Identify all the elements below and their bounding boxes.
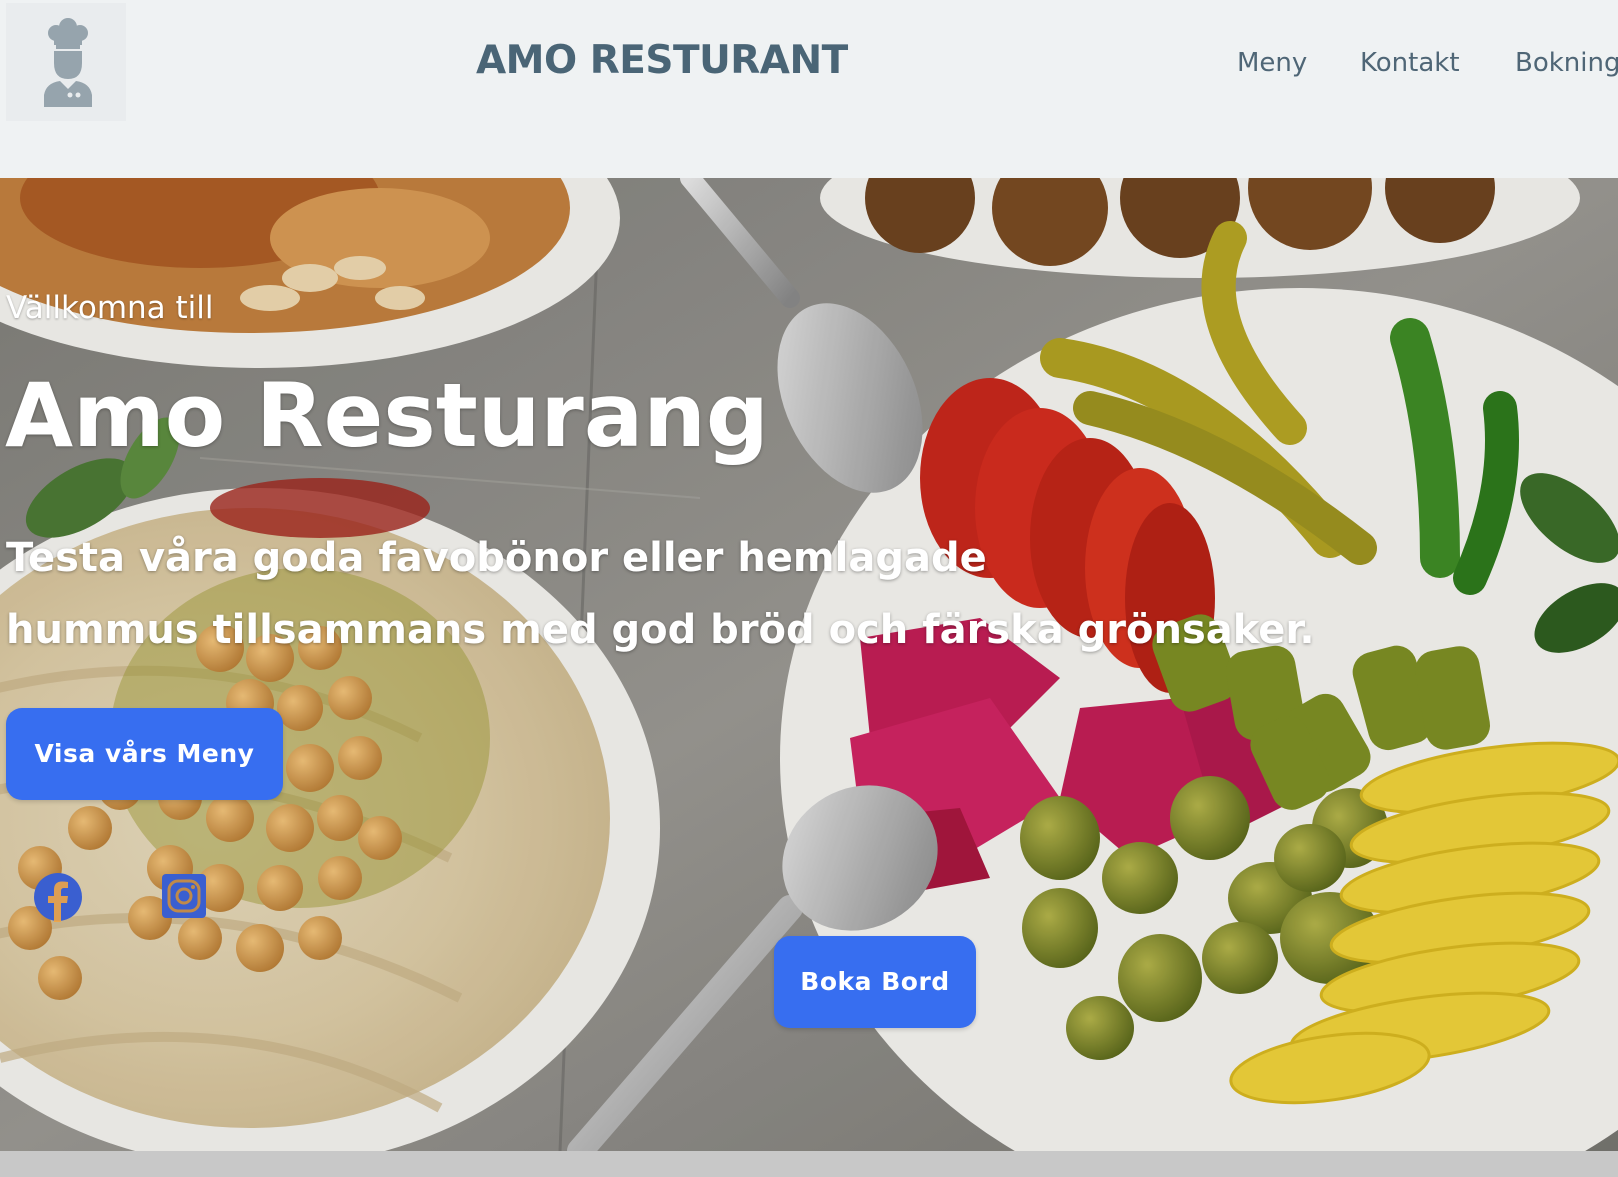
hero-tagline: Testa våra goda favobönor eller hemlagad… (6, 522, 1586, 666)
tagline-line-2: hummus tillsammans med god bröd och färs… (6, 607, 1315, 653)
site-title[interactable]: AMO RESTURANT (476, 38, 848, 83)
hero-title: Amo Resturang (5, 364, 769, 467)
chef-avatar-icon (44, 18, 92, 107)
nav-link-booking[interactable]: Bokning (1515, 48, 1618, 78)
book-table-button[interactable]: Boka Bord (774, 936, 976, 1028)
hero-section: Vällkomna till Amo Resturang Testa våra … (0, 178, 1618, 1151)
show-menu-button[interactable]: Visa vårs Meny (6, 708, 283, 800)
instagram-link[interactable] (162, 874, 206, 918)
site-header: AMO RESTURANT Meny Kontakt Bokning (0, 0, 1618, 178)
nav-link-menu[interactable]: Meny (1237, 48, 1307, 78)
nav-link-contact[interactable]: Kontakt (1360, 48, 1460, 78)
logo[interactable] (6, 3, 126, 121)
facebook-icon (34, 873, 82, 922)
instagram-icon (162, 874, 206, 918)
welcome-text: Vällkomna till (6, 290, 214, 326)
facebook-link[interactable] (33, 872, 83, 922)
tagline-line-1: Testa våra goda favobönor eller hemlagad… (6, 535, 987, 581)
